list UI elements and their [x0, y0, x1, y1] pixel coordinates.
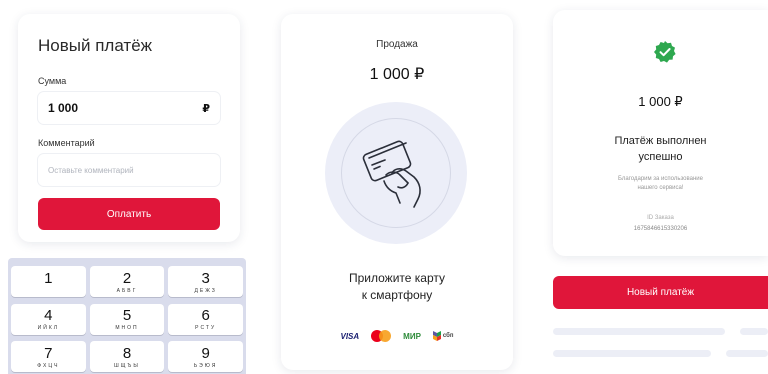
- new-payment-button[interactable]: Новый платёж: [553, 276, 768, 309]
- key-1[interactable]: 1: [11, 266, 86, 297]
- key-2[interactable]: 2 АБВГ: [89, 266, 165, 297]
- comment-input[interactable]: Оставьте комментарий: [38, 154, 220, 186]
- key-letters: МНОП: [115, 325, 139, 332]
- key-7[interactable]: 7 ФХЦЧ: [11, 341, 86, 373]
- key-3[interactable]: 3 ДЕЖЗ: [168, 266, 243, 297]
- instruction-line: Приложите карту: [348, 271, 445, 285]
- key-letters: ИЙКЛ: [37, 325, 60, 332]
- placeholder-bar: [740, 328, 768, 335]
- key-5[interactable]: 5 МНОП: [89, 303, 165, 335]
- visa-logo: VISA: [340, 331, 360, 341]
- key-digit: 2: [122, 269, 132, 287]
- key-letters: ЬЭЮЯ: [193, 362, 218, 369]
- key-9[interactable]: 9 ЬЭЮЯ: [168, 341, 243, 373]
- comment-label: Комментарий: [38, 138, 95, 148]
- key-digit: 1: [44, 269, 53, 287]
- mastercard-logo: [371, 330, 392, 342]
- success-status: Платёж выполнен успешно: [553, 133, 768, 165]
- thanks-text: Благодарим за использование нашего серви…: [553, 175, 768, 193]
- thanks-line: Благодарим за использование: [618, 176, 703, 182]
- nfc-ring: [341, 118, 451, 228]
- new-payment-card: Новый платёж Сумма 1 000 ₽ Комментарий О…: [18, 14, 240, 242]
- instruction-line: к смартфону: [361, 288, 433, 302]
- nfc-area: [325, 102, 467, 244]
- sbp-icon: [432, 331, 441, 341]
- key-digit: 4: [44, 307, 53, 325]
- placeholder-bar: [553, 328, 725, 335]
- success-card: 1 000 ₽ Платёж выполнен успешно Благодар…: [553, 10, 768, 256]
- amount-label: Сумма: [38, 76, 67, 86]
- placeholder-bar: [553, 350, 711, 357]
- pay-button[interactable]: Оплатить: [38, 198, 220, 230]
- key-4[interactable]: 4 ИЙКЛ: [11, 303, 86, 335]
- key-8[interactable]: 8 ШЩЪЫ: [89, 341, 165, 373]
- key-letters: АБВГ: [116, 287, 138, 294]
- sbp-logo: сбп: [432, 331, 454, 341]
- key-digit: 9: [201, 344, 210, 362]
- hand-holding-card-icon: [362, 140, 421, 208]
- mir-logo: МИР: [403, 331, 421, 341]
- check-badge-icon: [654, 41, 676, 63]
- amount-value: 1 000: [48, 101, 79, 115]
- key-digit: 7: [44, 344, 53, 362]
- comment-placeholder: Оставьте комментарий: [48, 165, 134, 175]
- order-id-value: 1675846615330206: [633, 226, 688, 232]
- page-title: Новый платёж: [38, 36, 153, 55]
- key-digit: 8: [122, 344, 132, 362]
- status-line: успешно: [638, 151, 683, 163]
- tap-instruction: Приложите карту к смартфону: [281, 270, 513, 304]
- key-letters: ДЕЖЗ: [194, 287, 217, 294]
- key-letters: РСТУ: [195, 325, 217, 332]
- key-digit: 6: [201, 307, 210, 325]
- sbp-text: сбп: [442, 333, 454, 339]
- payment-logos: VISA МИР сбп: [281, 330, 513, 342]
- ruble-icon: ₽: [202, 102, 210, 115]
- amount-input[interactable]: 1 000 ₽: [38, 92, 220, 124]
- key-letters: ШЩЪЫ: [114, 362, 140, 369]
- success-amount: 1 000 ₽: [638, 94, 683, 109]
- key-digit: 5: [122, 307, 132, 325]
- key-6[interactable]: 6 РСТУ: [168, 303, 243, 335]
- placeholder-bar: [726, 350, 768, 357]
- sale-card: Продажа 1 000 ₽ Приложите карту к смартф…: [281, 14, 513, 370]
- status-line: Платёж выполнен: [614, 135, 707, 147]
- sale-amount: 1 000 ₽: [369, 66, 425, 83]
- sale-label: Продажа: [376, 39, 418, 50]
- thanks-line: нашего сервиса!: [637, 185, 684, 191]
- numeric-keypad: 1 2 АБВГ 3 ДЕЖЗ 4 ИЙКЛ 5 МНОП 6 РСТУ 7 ФХЦЧ 8Ш…: [8, 258, 246, 374]
- order-id-label: ID Заказа: [647, 215, 674, 221]
- key-digit: 3: [201, 269, 210, 287]
- key-letters: ФХЦЧ: [37, 362, 60, 369]
